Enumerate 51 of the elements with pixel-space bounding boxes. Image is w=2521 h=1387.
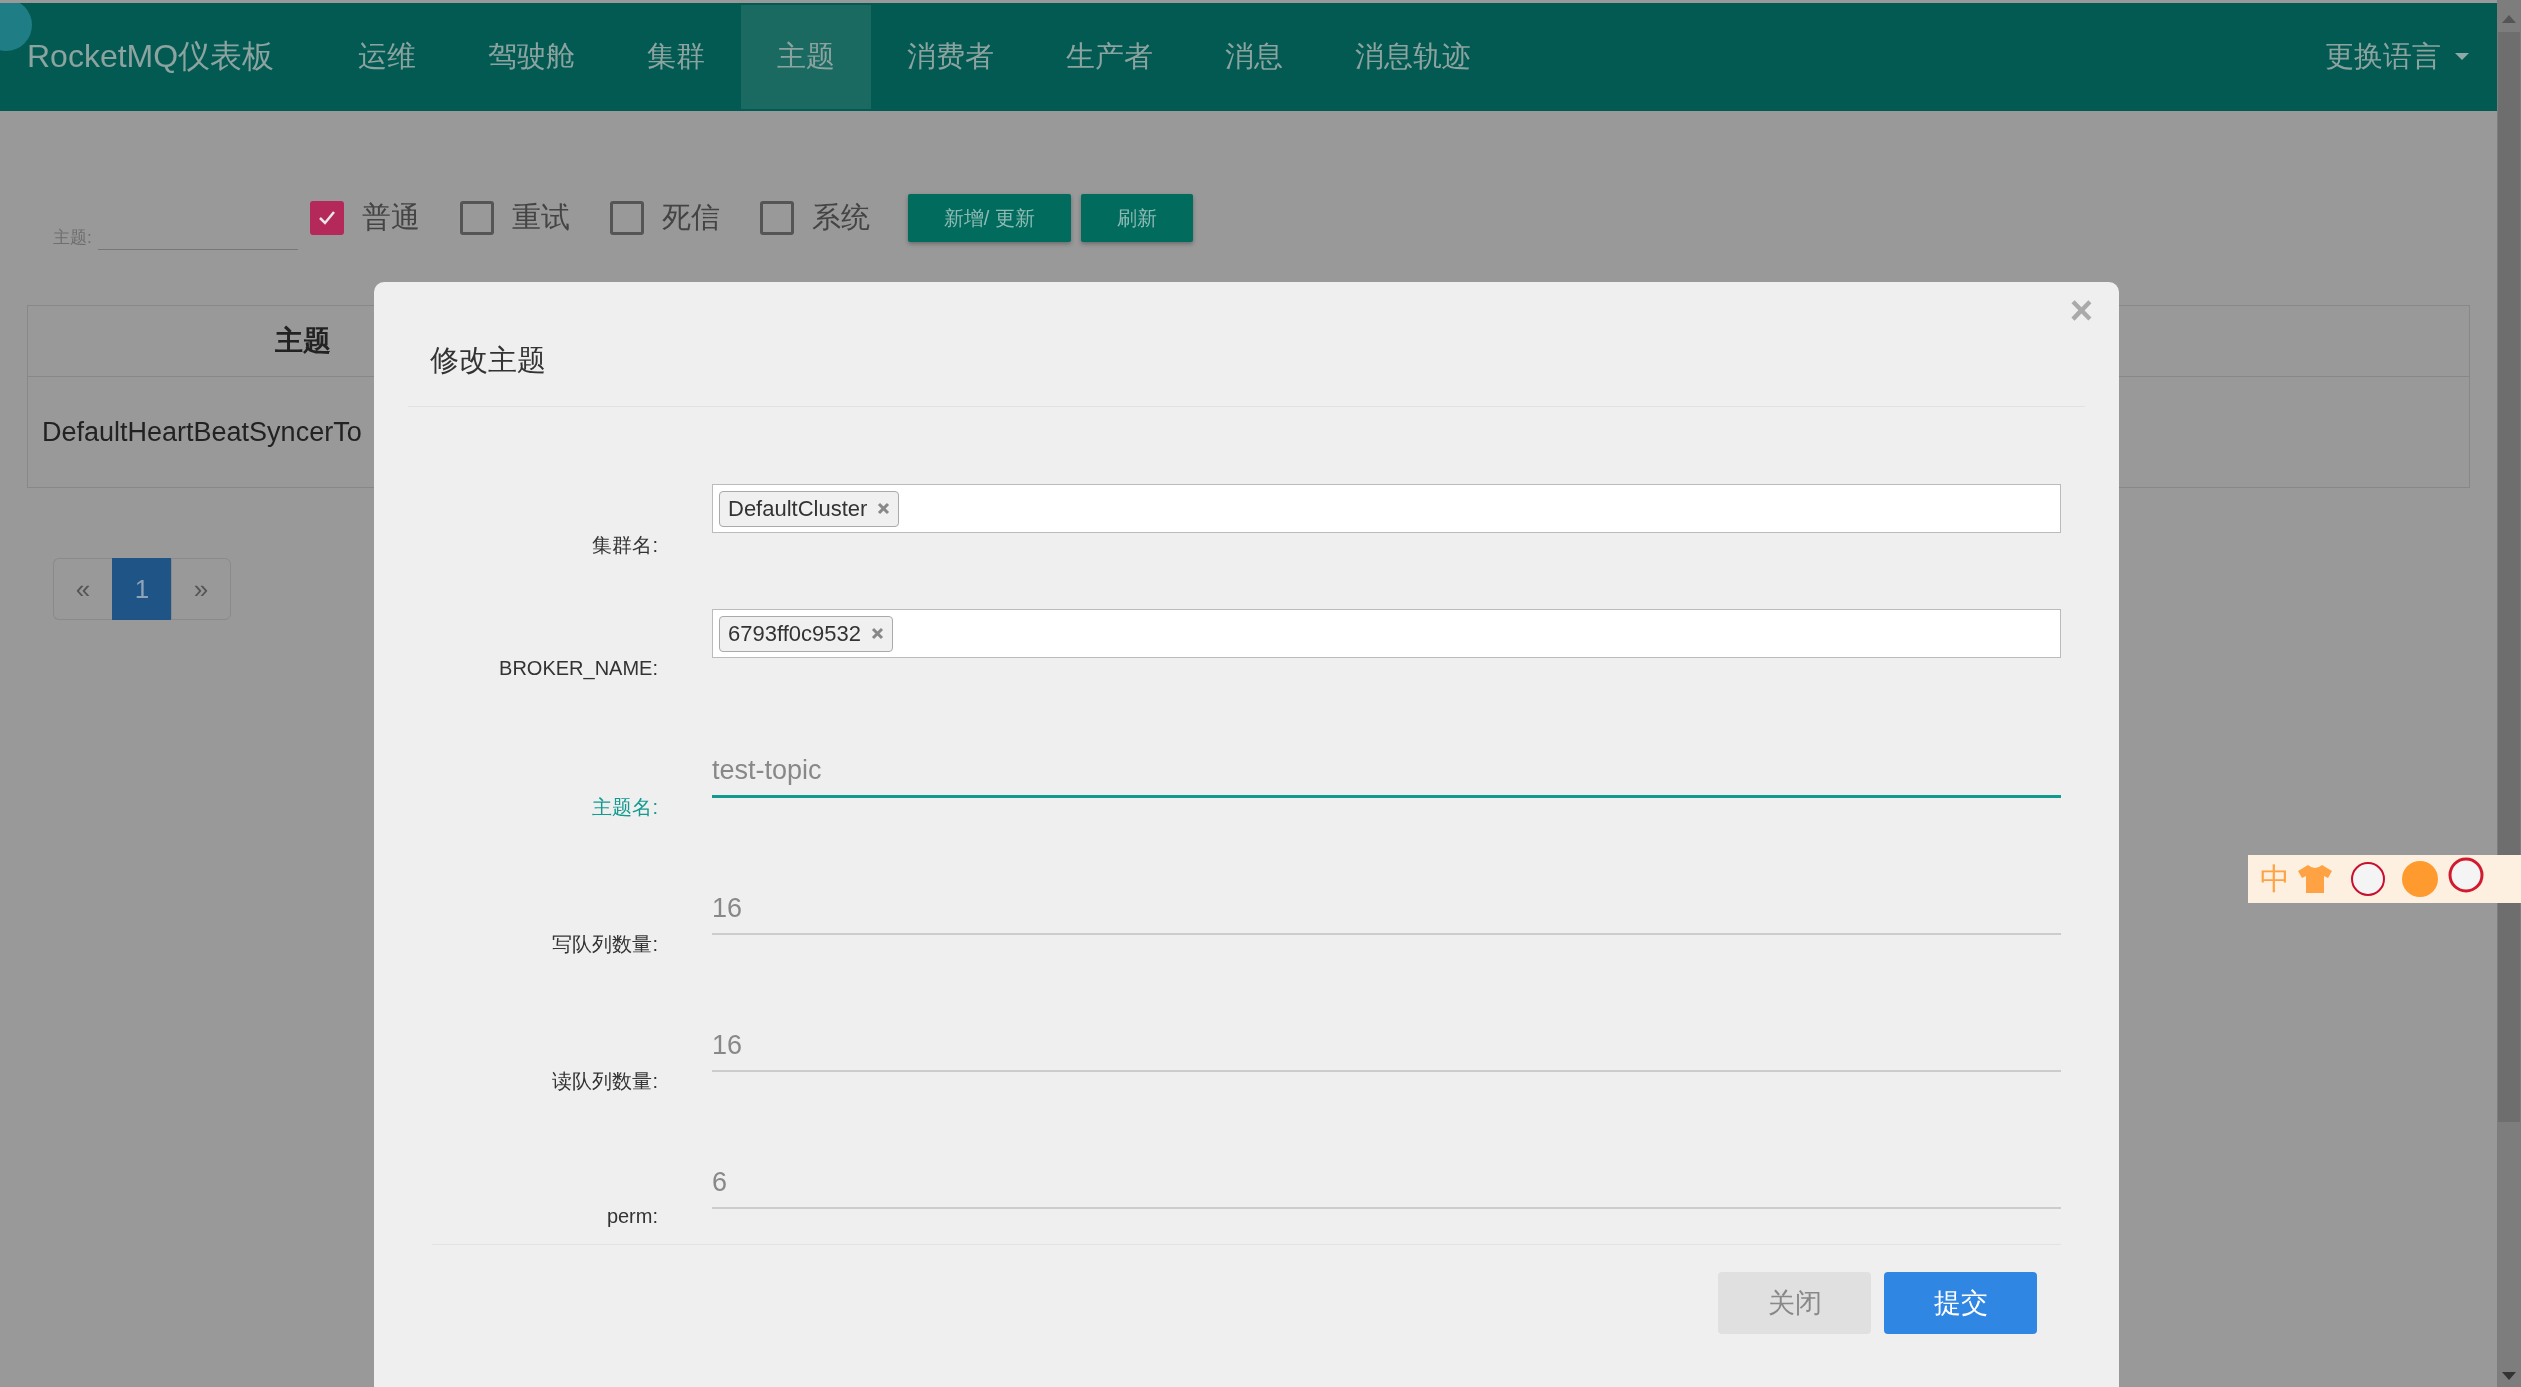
next-page-button[interactable]: »: [171, 558, 231, 620]
field-label: 读队列数量:: [551, 1069, 658, 1094]
field-label: 写队列数量:: [551, 932, 658, 957]
brand-title[interactable]: RocketMQ仪表板: [27, 35, 275, 79]
nav-tab[interactable]: 集群: [611, 5, 742, 109]
nav-tab[interactable]: 生产者: [1030, 5, 1190, 109]
nav-tab[interactable]: 消息轨迹: [1319, 5, 1508, 109]
checkbox-label: 重试: [511, 200, 570, 235]
tag-input-field[interactable]: 6793ff0c9532: [712, 609, 2061, 658]
remove-icon[interactable]: [877, 502, 891, 515]
text-field[interactable]: test-topic: [712, 746, 2061, 798]
tag-input-field[interactable]: DefaultCluster: [712, 484, 2061, 533]
field-label: perm:: [605, 1205, 658, 1228]
text-field[interactable]: 6: [712, 1157, 2061, 1209]
remove-icon[interactable]: [870, 627, 884, 640]
dialog-title: 修改主题: [430, 343, 546, 378]
column-header: 主题: [274, 324, 332, 358]
close-button[interactable]: ×: [2063, 290, 2099, 330]
checkbox-label: 死信: [661, 200, 720, 235]
field-label: BROKER_NAME:: [498, 657, 658, 680]
checkbox-label: 普通: [361, 200, 420, 235]
text-field[interactable]: 16: [712, 1020, 2061, 1072]
nav-tab[interactable]: 主题: [741, 5, 872, 109]
field-label: 主题名:: [591, 795, 658, 820]
toolbar-button[interactable]: 刷新: [1080, 194, 1193, 242]
checkbox[interactable]: [609, 201, 644, 235]
checkbox-label: 系统: [811, 200, 870, 235]
nav-tab[interactable]: 驾驶舱: [452, 5, 612, 109]
close-dialog-button[interactable]: 关闭: [1718, 1272, 1871, 1334]
tag-chip[interactable]: DefaultCluster: [719, 490, 900, 527]
submit-button[interactable]: 提交: [1884, 1272, 2037, 1334]
scroll-thumb[interactable]: [2498, 32, 2520, 1122]
scroll-down-icon[interactable]: [2502, 1371, 2516, 1381]
toolbar-button[interactable]: 新增/ 更新: [907, 194, 1071, 242]
language-menu[interactable]: 更换语言: [2325, 37, 2469, 77]
checkbox[interactable]: [309, 201, 344, 235]
field-label: 集群名:: [591, 533, 658, 558]
scroll-up-icon[interactable]: [2502, 14, 2516, 24]
page-button[interactable]: 1: [112, 558, 171, 620]
nav-tab[interactable]: 消息: [1189, 5, 1320, 109]
text-field[interactable]: 16: [712, 883, 2061, 935]
table-cell-text: DefaultHeartBeatSyncerTo: [41, 415, 362, 449]
tag-chip[interactable]: 6793ff0c9532: [719, 615, 893, 652]
nav-tab[interactable]: 消费者: [871, 5, 1031, 109]
checkbox[interactable]: [759, 201, 794, 235]
scrollbar[interactable]: [2497, 0, 2521, 1387]
input-mode-toggle[interactable]: 中: [2260, 858, 2290, 900]
checkbox[interactable]: [459, 201, 494, 235]
shirt-icon[interactable]: [2296, 863, 2334, 895]
caret-icon: [2455, 53, 2469, 61]
nav-tab[interactable]: 运维: [322, 5, 453, 109]
